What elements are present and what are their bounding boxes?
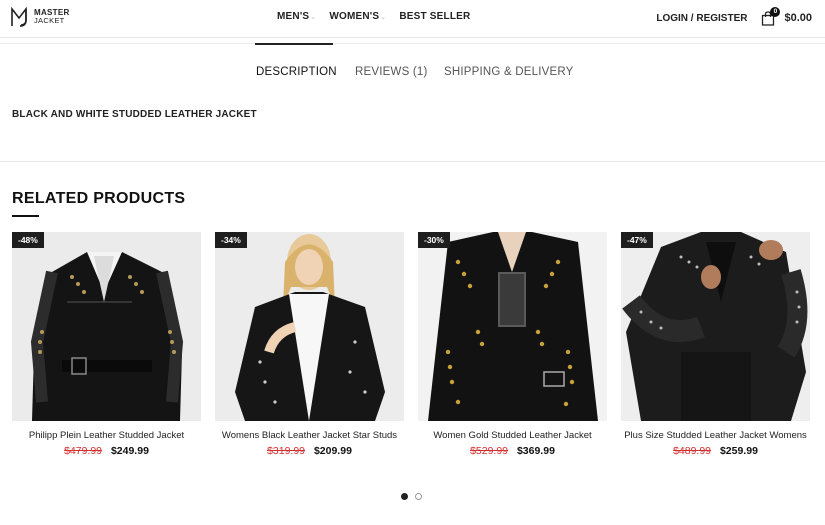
login-register-link[interactable]: LOGIN / REGISTER: [656, 13, 747, 24]
sale-price: $259.99: [719, 445, 758, 457]
cart-button[interactable]: 0 $0.00: [761, 7, 812, 26]
carousel-dot-1[interactable]: [401, 493, 408, 500]
nav-item-label: BEST SELLER: [399, 11, 471, 22]
section-divider: [0, 161, 825, 162]
main-nav: MEN'S ⌄ WOMEN'S ⌄ BEST SELLER: [277, 11, 483, 22]
logo-mark-icon: [11, 6, 27, 27]
sale-badge: -48%: [12, 232, 44, 248]
old-price: $489.99: [673, 445, 712, 457]
tab-description[interactable]: DESCRIPTION: [256, 66, 337, 78]
product-name[interactable]: Womens Black Leather Jacket Star Studs: [215, 429, 404, 442]
nav-item-label: MEN'S: [277, 11, 310, 22]
product-image[interactable]: -47%: [621, 232, 810, 421]
product-card: -30% Women Gold Studded Leather Jacket $…: [418, 232, 607, 457]
active-tab-indicator: [255, 43, 333, 45]
sale-badge: -34%: [215, 232, 247, 248]
product-image[interactable]: -48%: [12, 232, 201, 421]
chevron-down-icon: ⌄: [310, 13, 317, 21]
header-actions: LOGIN / REGISTER 0 $0.00: [656, 7, 812, 26]
product-image[interactable]: -34%: [215, 232, 404, 421]
chevron-down-icon: ⌄: [380, 13, 387, 21]
product-prices: $319.99 $209.99: [215, 445, 404, 457]
nav-item-womens[interactable]: WOMEN'S ⌄: [329, 11, 386, 22]
site-logo[interactable]: MASTER JACKET: [10, 6, 70, 28]
nav-item-label: WOMEN'S: [329, 11, 380, 22]
logo-text: MASTER JACKET: [34, 9, 70, 25]
shopping-bag-icon: 0: [761, 7, 781, 26]
sale-price: $369.99: [516, 445, 555, 457]
title-underline: [12, 215, 39, 217]
cart-total: $0.00: [784, 12, 812, 24]
product-card: -48% Philipp Plein Leather Studded Jacke…: [12, 232, 201, 457]
sale-badge: -47%: [621, 232, 653, 248]
tab-shipping-delivery[interactable]: SHIPPING & DELIVERY: [444, 66, 574, 78]
product-name[interactable]: Philipp Plein Leather Studded Jacket: [12, 429, 201, 442]
product-prices: $489.99 $259.99: [621, 445, 810, 457]
old-price: $529.99: [470, 445, 509, 457]
product-card: -34% Womens Black Leather Jacket Star St…: [215, 232, 404, 457]
related-products-carousel: -48% Philipp Plein Leather Studded Jacke…: [12, 232, 812, 482]
cart-count-badge: 0: [770, 7, 781, 17]
sale-badge: -30%: [418, 232, 450, 248]
product-image[interactable]: -30%: [418, 232, 607, 421]
nav-item-mens[interactable]: MEN'S ⌄: [277, 11, 316, 22]
site-header: MASTER JACKET MEN'S ⌄ WOMEN'S ⌄ BEST SEL…: [0, 0, 825, 38]
nav-item-best-seller[interactable]: BEST SELLER: [399, 11, 470, 22]
product-name[interactable]: Women Gold Studded Leather Jacket: [418, 429, 607, 442]
tab-reviews[interactable]: REVIEWS (1): [355, 66, 428, 78]
sale-price: $249.99: [110, 445, 149, 457]
product-prices: $479.99 $249.99: [12, 445, 201, 457]
old-price: $319.99: [267, 445, 306, 457]
sale-price: $209.99: [313, 445, 352, 457]
product-card: -47% Plus Size Studded Leather Jacket Wo…: [621, 232, 810, 457]
carousel-dot-2[interactable]: [415, 493, 422, 500]
related-products-title: RELATED PRODUCTS: [12, 190, 186, 207]
description-title: BLACK AND WHITE STUDDED LEATHER JACKET: [12, 109, 257, 120]
product-name[interactable]: Plus Size Studded Leather Jacket Womens: [621, 429, 810, 442]
logo-line2: JACKET: [34, 16, 65, 25]
tabs-divider: [0, 43, 825, 44]
product-prices: $529.99 $369.99: [418, 445, 607, 457]
old-price: $479.99: [64, 445, 103, 457]
carousel-pagination: [401, 493, 422, 500]
